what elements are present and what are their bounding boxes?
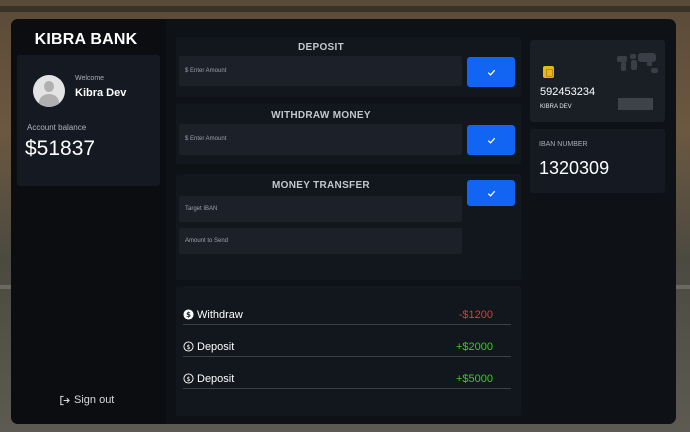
checkmark-icon: [487, 190, 495, 197]
card-number: 592453234: [540, 86, 596, 98]
welcome-label: Welcome: [75, 75, 105, 82]
svg-text:$: $: [186, 343, 190, 351]
sidebar: KIBRA BANK Welcome Kibra Dev Account bal…: [11, 19, 166, 424]
deposit-icon: $: [183, 341, 194, 352]
transaction-type: Withdraw: [197, 308, 243, 321]
bank-window: KIBRA BANK Welcome Kibra Dev Account bal…: [11, 19, 676, 424]
withdraw-amount-placeholder: $ Enter Amount: [185, 136, 227, 142]
sign-out-label: Sign out: [74, 394, 115, 406]
sign-out-button[interactable]: Sign out: [59, 394, 114, 406]
deposit-icon: $: [183, 373, 194, 384]
iban-value: 1320309: [539, 158, 610, 178]
withdraw-confirm-button[interactable]: [467, 125, 515, 155]
profile-card: Welcome Kibra Dev Account balance $51837: [17, 55, 160, 186]
avatar: [33, 75, 65, 107]
transfer-amount-placeholder: Amount to Send: [185, 238, 229, 244]
balance-value: $51837: [25, 137, 96, 160]
transfer-confirm-button[interactable]: [467, 180, 515, 206]
transactions-panel: $ Withdraw -$1200 $ Deposit +$2000 $ Dep…: [176, 286, 521, 416]
iban-label: IBAN NUMBER: [539, 141, 588, 148]
transfer-title: MONEY TRANSFER: [272, 180, 370, 191]
card-holder: KIBRA DEV: [540, 104, 572, 110]
main-area: DEPOSIT $ Enter Amount WITHDRAW MONEY $ …: [176, 37, 521, 416]
deposit-amount-input[interactable]: $ Enter Amount: [179, 56, 462, 86]
iban-box: IBAN NUMBER 1320309: [530, 129, 665, 193]
transaction-amount: +$5000: [455, 372, 493, 385]
deposit-amount-placeholder: $ Enter Amount: [185, 68, 227, 74]
sign-out-icon: [60, 395, 70, 405]
transaction-row: $ Deposit +$5000: [183, 369, 511, 389]
user-name: Kibra Dev: [75, 87, 127, 99]
card-logo-placeholder: [618, 98, 653, 110]
world-map-icon: [617, 53, 658, 73]
withdraw-panel: WITHDRAW MONEY $ Enter Amount: [176, 104, 521, 164]
transfer-panel: MONEY TRANSFER Target IBAN Amount to Sen…: [176, 174, 521, 280]
deposit-title: DEPOSIT: [298, 42, 344, 53]
transaction-amount: -$1200: [458, 308, 493, 321]
transaction-type: Deposit: [197, 340, 235, 353]
target-iban-placeholder: Target IBAN: [185, 206, 218, 212]
transaction-row: $ Withdraw -$1200: [183, 305, 511, 325]
deposit-panel: DEPOSIT $ Enter Amount: [176, 37, 521, 97]
transaction-row: $ Deposit +$2000: [183, 337, 511, 357]
card-chip-icon: [543, 66, 554, 78]
withdraw-amount-input[interactable]: $ Enter Amount: [179, 124, 462, 155]
bank-card: 592453234 KIBRA DEV: [530, 40, 665, 122]
checkmark-icon: [487, 137, 495, 144]
transaction-amount: +$2000: [455, 340, 493, 353]
balance-label: Account balance: [27, 123, 87, 132]
transaction-type: Deposit: [197, 372, 235, 385]
svg-text:$: $: [186, 375, 190, 383]
deposit-confirm-button[interactable]: [467, 57, 515, 87]
transfer-amount-input[interactable]: Amount to Send: [179, 228, 462, 254]
target-iban-input[interactable]: Target IBAN: [179, 196, 462, 222]
withdraw-title: WITHDRAW MONEY: [271, 110, 371, 121]
withdraw-icon: $: [183, 309, 194, 320]
checkmark-icon: [487, 69, 495, 76]
brand-title: KIBRA BANK: [34, 31, 138, 48]
svg-text:$: $: [186, 311, 191, 319]
